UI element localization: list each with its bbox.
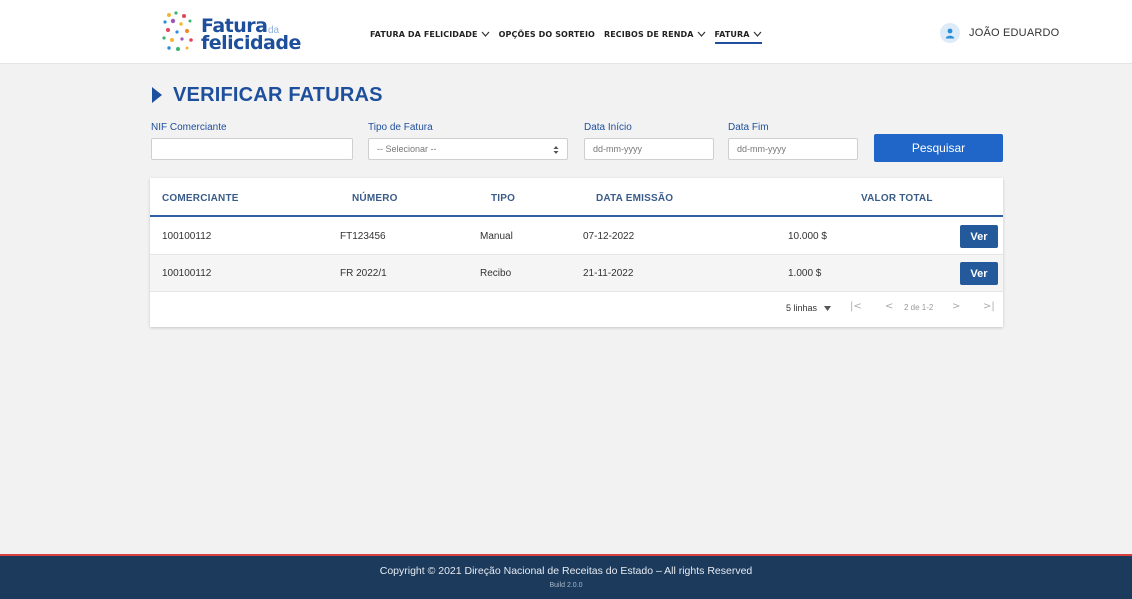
column-header-tipo: TIPO [491, 193, 516, 204]
table-header: COMERCIANTE NÚMERO TIPO DATA EMISSÃO VAL… [150, 178, 1003, 217]
data-inicio-input[interactable]: dd-mm-yyyy [584, 138, 714, 160]
top-navbar: Fatura da felicidade FATURA DA FELICIDAD… [0, 0, 1132, 64]
chevron-down-icon [481, 31, 490, 37]
footer-copyright: Copyright © 2021 Direção Nacional de Rec… [379, 565, 753, 577]
nav-recibos-de-renda[interactable]: RECIBOS DE RENDA [604, 30, 706, 39]
nav-opcoes-do-sorteio[interactable]: OPÇÕES DO SORTEIO [499, 30, 595, 39]
ver-button[interactable]: Ver [960, 262, 998, 285]
cell-valor: 10.000 $ [788, 231, 827, 242]
nav-label: FATURA [714, 29, 750, 39]
play-triangle-icon [152, 87, 162, 103]
tipo-fatura-label: Tipo de Fatura [368, 122, 433, 133]
cell-data: 21-11-2022 [583, 268, 634, 279]
nav-label: RECIBOS DE RENDA [603, 29, 694, 39]
tipo-fatura-value: -- Selecionar -- [377, 144, 437, 154]
table-row: 100100112 FR 2022/1 Recibo 21-11-2022 1.… [150, 255, 1003, 292]
next-page-button[interactable]: > [952, 301, 960, 312]
column-header-data-emissao: DATA EMISSÃO [596, 193, 674, 204]
nif-label: NIF Comerciante [151, 122, 227, 133]
nif-input[interactable] [151, 138, 353, 160]
cell-comerciante: 100100112 [162, 231, 212, 242]
footer: Copyright © 2021 Direção Nacional de Rec… [0, 554, 1132, 599]
cell-numero: FR 2022/1 [340, 268, 387, 279]
data-inicio-placeholder: dd-mm-yyyy [593, 144, 642, 154]
column-header-comerciante: COMERCIANTE [162, 193, 239, 204]
ver-button[interactable]: Ver [960, 225, 998, 248]
footer-build: Build 2.0.0 [549, 582, 583, 589]
data-fim-label: Data Fim [728, 122, 769, 133]
column-header-valor-total: VALOR TOTAL [861, 193, 933, 204]
user-name: JOÃO EDUARDO [969, 27, 1060, 39]
user-menu[interactable]: JOÃO EDUARDO [940, 23, 1059, 43]
cell-data: 07-12-2022 [583, 231, 635, 242]
page-title: VERIFICAR FATURAS [151, 83, 383, 107]
app-logo[interactable]: Fatura da felicidade [160, 9, 301, 55]
nav-fatura[interactable]: FATURA [714, 29, 762, 44]
pagination: 5 linhas |< < 2 de 1-2 > >| [150, 292, 1003, 327]
caret-down-icon[interactable] [824, 306, 831, 311]
last-page-button[interactable]: >| [983, 301, 995, 312]
cell-numero: FT123456 [340, 231, 386, 242]
page-info: 2 de 1-2 [904, 303, 934, 312]
rows-per-page-select[interactable]: 5 linhas [786, 303, 817, 313]
cell-comerciante: 100100112 [162, 268, 212, 279]
user-avatar-icon [940, 23, 960, 43]
cell-tipo: Manual [480, 231, 513, 242]
chevron-down-icon [753, 31, 762, 37]
select-arrows-icon [553, 146, 559, 154]
nav-label: OPÇÕES DO SORTEIO [498, 29, 595, 39]
data-fim-placeholder: dd-mm-yyyy [737, 144, 786, 154]
data-inicio-label: Data Início [584, 122, 632, 133]
nav-fatura-da-felicidade[interactable]: FATURA DA FELICIDADE [370, 30, 490, 39]
main-nav: FATURA DA FELICIDADE OPÇÕES DO SORTEIO R… [370, 26, 771, 44]
page-title-text: VERIFICAR FATURAS [173, 83, 383, 106]
logo-subtitle: felicidade [201, 32, 301, 54]
chevron-down-icon [697, 31, 705, 37]
first-page-button[interactable]: |< [850, 301, 862, 312]
cell-tipo: Recibo [480, 268, 512, 279]
prev-page-button[interactable]: < [885, 301, 893, 312]
nav-label: FATURA DA FELICIDADE [370, 29, 478, 39]
tipo-fatura-select[interactable]: -- Selecionar -- [368, 138, 568, 160]
cell-valor: 1.000 $ [788, 268, 822, 279]
confetti-logo-icon [162, 11, 193, 51]
search-button[interactable]: Pesquisar [874, 134, 1003, 162]
invoices-table: COMERCIANTE NÚMERO TIPO DATA EMISSÃO VAL… [150, 178, 1003, 327]
column-header-numero: NÚMERO [352, 193, 398, 204]
table-row: 100100112 FT123456 Manual 07-12-2022 10.… [150, 218, 1003, 255]
data-fim-input[interactable]: dd-mm-yyyy [728, 138, 858, 160]
